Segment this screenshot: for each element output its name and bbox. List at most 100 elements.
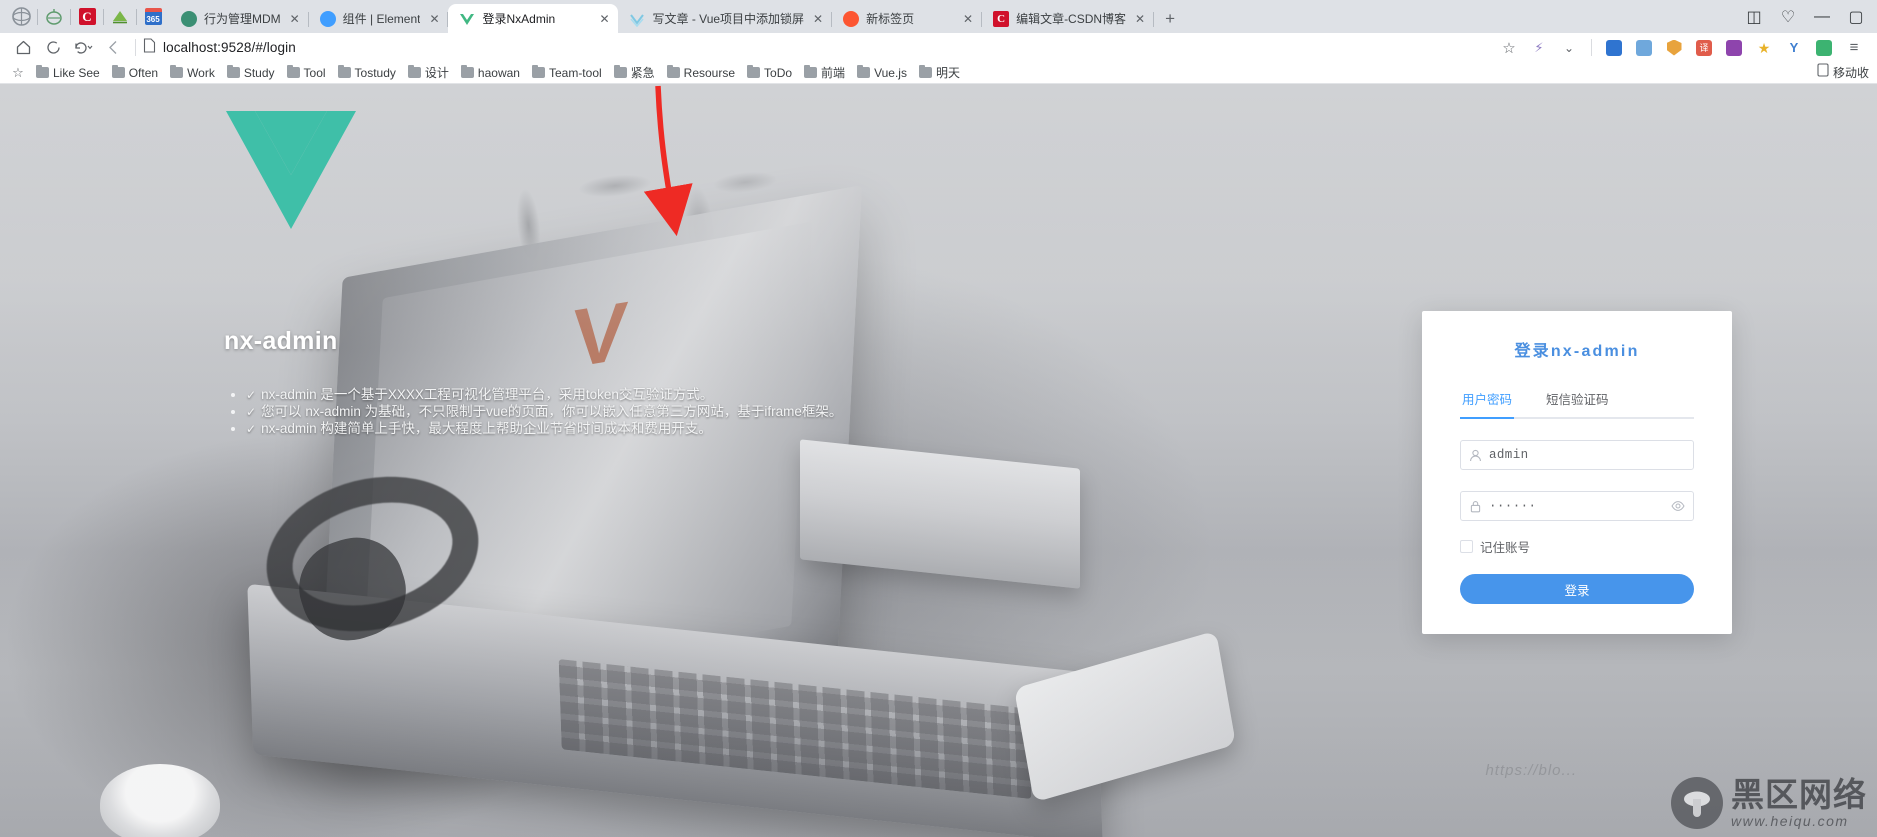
bookmark-item[interactable]: ToDo <box>741 65 798 81</box>
address-bar[interactable]: localhost:9528/#/login <box>143 35 1494 61</box>
ql-calendar-365-icon[interactable]: 365 <box>138 4 168 30</box>
password-input[interactable] <box>1489 499 1664 513</box>
quick-launch-bar: C 365 <box>4 0 170 33</box>
bookmark-item[interactable]: Tool <box>281 65 332 81</box>
username-field[interactable] <box>1460 440 1694 470</box>
browser-tab-3-active[interactable]: 登录NxAdmin ✕ <box>448 4 619 33</box>
bookmark-item[interactable]: Study <box>221 65 281 81</box>
checkbox-box[interactable] <box>1460 540 1473 553</box>
password-field[interactable] <box>1460 491 1694 521</box>
bookmark-label: Vue.js <box>874 65 907 80</box>
extensions-icon[interactable]: ♡ <box>1771 2 1805 32</box>
bookmark-label: Tool <box>303 65 326 80</box>
bookmark-item[interactable]: Often <box>106 65 164 81</box>
remember-account-checkbox[interactable]: 记住账号 <box>1460 537 1694 556</box>
watermark-text: 黑区网络 www.heiqu.com <box>1731 778 1867 828</box>
ql-ie-icon[interactable] <box>6 4 36 30</box>
reload-icon[interactable] <box>38 35 68 61</box>
tab-close-icon[interactable]: ✕ <box>426 11 442 27</box>
login-tabs: 用户密码 短信验证码 <box>1460 383 1694 419</box>
bookmark-star-icon[interactable]: ☆ <box>6 65 30 81</box>
bookmark-label: ToDo <box>764 65 793 80</box>
eye-icon[interactable] <box>1671 499 1685 513</box>
ql-aliyun-icon[interactable] <box>105 4 135 30</box>
new-tab-button[interactable]: + <box>1156 5 1184 33</box>
folder-icon <box>918 65 932 78</box>
history-dropdown-icon[interactable] <box>68 35 98 61</box>
shield-icon[interactable] <box>1659 35 1689 61</box>
minimize-icon[interactable]: — <box>1805 2 1839 32</box>
ql-separator <box>70 8 71 25</box>
vue-diamond-logo-icon <box>224 107 358 233</box>
tab-close-icon[interactable]: ✕ <box>596 11 612 27</box>
chevron-down-icon[interactable]: ⌄ <box>1554 35 1584 61</box>
bookmark-item[interactable]: 紧急 <box>608 63 661 82</box>
user-icon <box>1469 449 1482 462</box>
bookmark-item[interactable]: Team-tool <box>526 65 608 81</box>
window-controls: ◫ ♡ — ▢ <box>1737 0 1877 33</box>
tab-title: 编辑文章-CSDN博客 <box>1016 12 1127 26</box>
split-screen-icon[interactable]: ◫ <box>1737 2 1771 32</box>
tab-password-login[interactable]: 用户密码 <box>1460 383 1515 419</box>
toolbar-right-buttons: ☆ ⚡ ⌄ 译 ★ Y ≡ <box>1494 35 1869 61</box>
faint-url-watermark: https://blo... <box>1485 762 1577 779</box>
bookmark-item[interactable]: Work <box>164 65 221 81</box>
bookmark-label: Work <box>187 65 215 80</box>
browser-tab-4[interactable]: 写文章 - Vue项目中添加锁屏 ✕ <box>618 4 832 33</box>
home-icon[interactable] <box>8 35 38 61</box>
tab-close-icon[interactable]: ✕ <box>287 11 303 27</box>
bookmark-item[interactable]: 明天 <box>913 63 966 82</box>
bookmarks-bar: ☆ Like See Often Work Study Tool Tostudy… <box>0 62 1877 84</box>
browser-tab-2[interactable]: 组件 | Element ✕ <box>309 4 449 33</box>
account-icon[interactable]: Y <box>1779 35 1809 61</box>
back-icon[interactable] <box>98 35 128 61</box>
ql-ccleaner-icon[interactable]: C <box>72 4 102 30</box>
bookmark-star-icon[interactable]: ☆ <box>1494 35 1524 61</box>
tab-close-icon[interactable]: ✕ <box>1132 11 1148 27</box>
flash-icon[interactable]: ⚡ <box>1524 35 1554 61</box>
bookmark-label: haowan <box>477 65 520 80</box>
browser-tab-5[interactable]: 新标签页 ✕ <box>832 4 983 33</box>
list-item: ✓ 您可以 nx-admin 为基础，不只限制于vue的页面，你可以嵌入任意第三方… <box>246 404 984 420</box>
ql-lantern-icon[interactable] <box>39 4 69 30</box>
bookmark-item[interactable]: Tostudy <box>332 65 402 81</box>
browser-tab-6[interactable]: C 编辑文章-CSDN博客 ✕ <box>982 4 1155 33</box>
tab-close-icon[interactable]: ✕ <box>810 11 826 27</box>
translate-icon[interactable]: 译 <box>1689 35 1719 61</box>
browser-tab-1[interactable]: 行为管理MDM ✕ <box>170 4 309 33</box>
watermark-cn: 黑区网络 <box>1731 776 1867 813</box>
tab-sms-login[interactable]: 短信验证码 <box>1544 383 1611 417</box>
url-text: localhost:9528/#/login <box>163 40 296 55</box>
tab-list: 行为管理MDM ✕ 组件 | Element ✕ 登录NxAdmin ✕ 写文章 <box>170 0 1184 33</box>
login-submit-button[interactable]: 登录 <box>1460 574 1694 604</box>
bookmark-item[interactable]: haowan <box>455 65 526 81</box>
tab-close-icon[interactable]: ✕ <box>960 11 976 27</box>
mushroom-icon <box>1671 777 1723 829</box>
bookmarks-overflow[interactable]: 移动收 <box>1817 63 1871 82</box>
bookmark-item[interactable]: 设计 <box>402 63 455 82</box>
folder-icon <box>804 65 818 78</box>
bookmark-item[interactable]: Resourse <box>661 65 741 81</box>
tab-title: 组件 | Element <box>342 12 421 26</box>
browser-toolbar: localhost:9528/#/login ☆ ⚡ ⌄ 译 ★ Y ≡ <box>0 33 1877 62</box>
watermark-en: www.heiqu.com <box>1731 813 1849 829</box>
maximize-icon[interactable]: ▢ <box>1839 2 1873 32</box>
bookmark-label: 明天 <box>935 66 960 80</box>
bookmark-item[interactable]: Vue.js <box>851 65 913 81</box>
bookmark-item[interactable]: Like See <box>30 65 106 81</box>
share-icon[interactable] <box>1719 35 1749 61</box>
apps-icon[interactable] <box>1599 35 1629 61</box>
download-icon[interactable] <box>1629 35 1659 61</box>
bookmark-label: Like See <box>53 65 100 80</box>
username-input[interactable] <box>1489 448 1685 462</box>
screenshot-icon[interactable] <box>1809 35 1839 61</box>
tab-title: 新标签页 <box>866 12 915 26</box>
favorites-icon[interactable]: ★ <box>1749 35 1779 61</box>
folder-icon <box>170 65 184 78</box>
check-icon: ✓ <box>246 422 257 436</box>
bookmark-label: Resourse <box>683 65 736 80</box>
bookmark-item[interactable]: 前端 <box>798 63 851 82</box>
list-item-label: 您可以 nx-admin 为基础，不只限制于vue的页面，你可以嵌入任意第三方网… <box>261 404 843 419</box>
menu-icon[interactable]: ≡ <box>1839 35 1869 61</box>
tab-favicon <box>181 10 197 27</box>
